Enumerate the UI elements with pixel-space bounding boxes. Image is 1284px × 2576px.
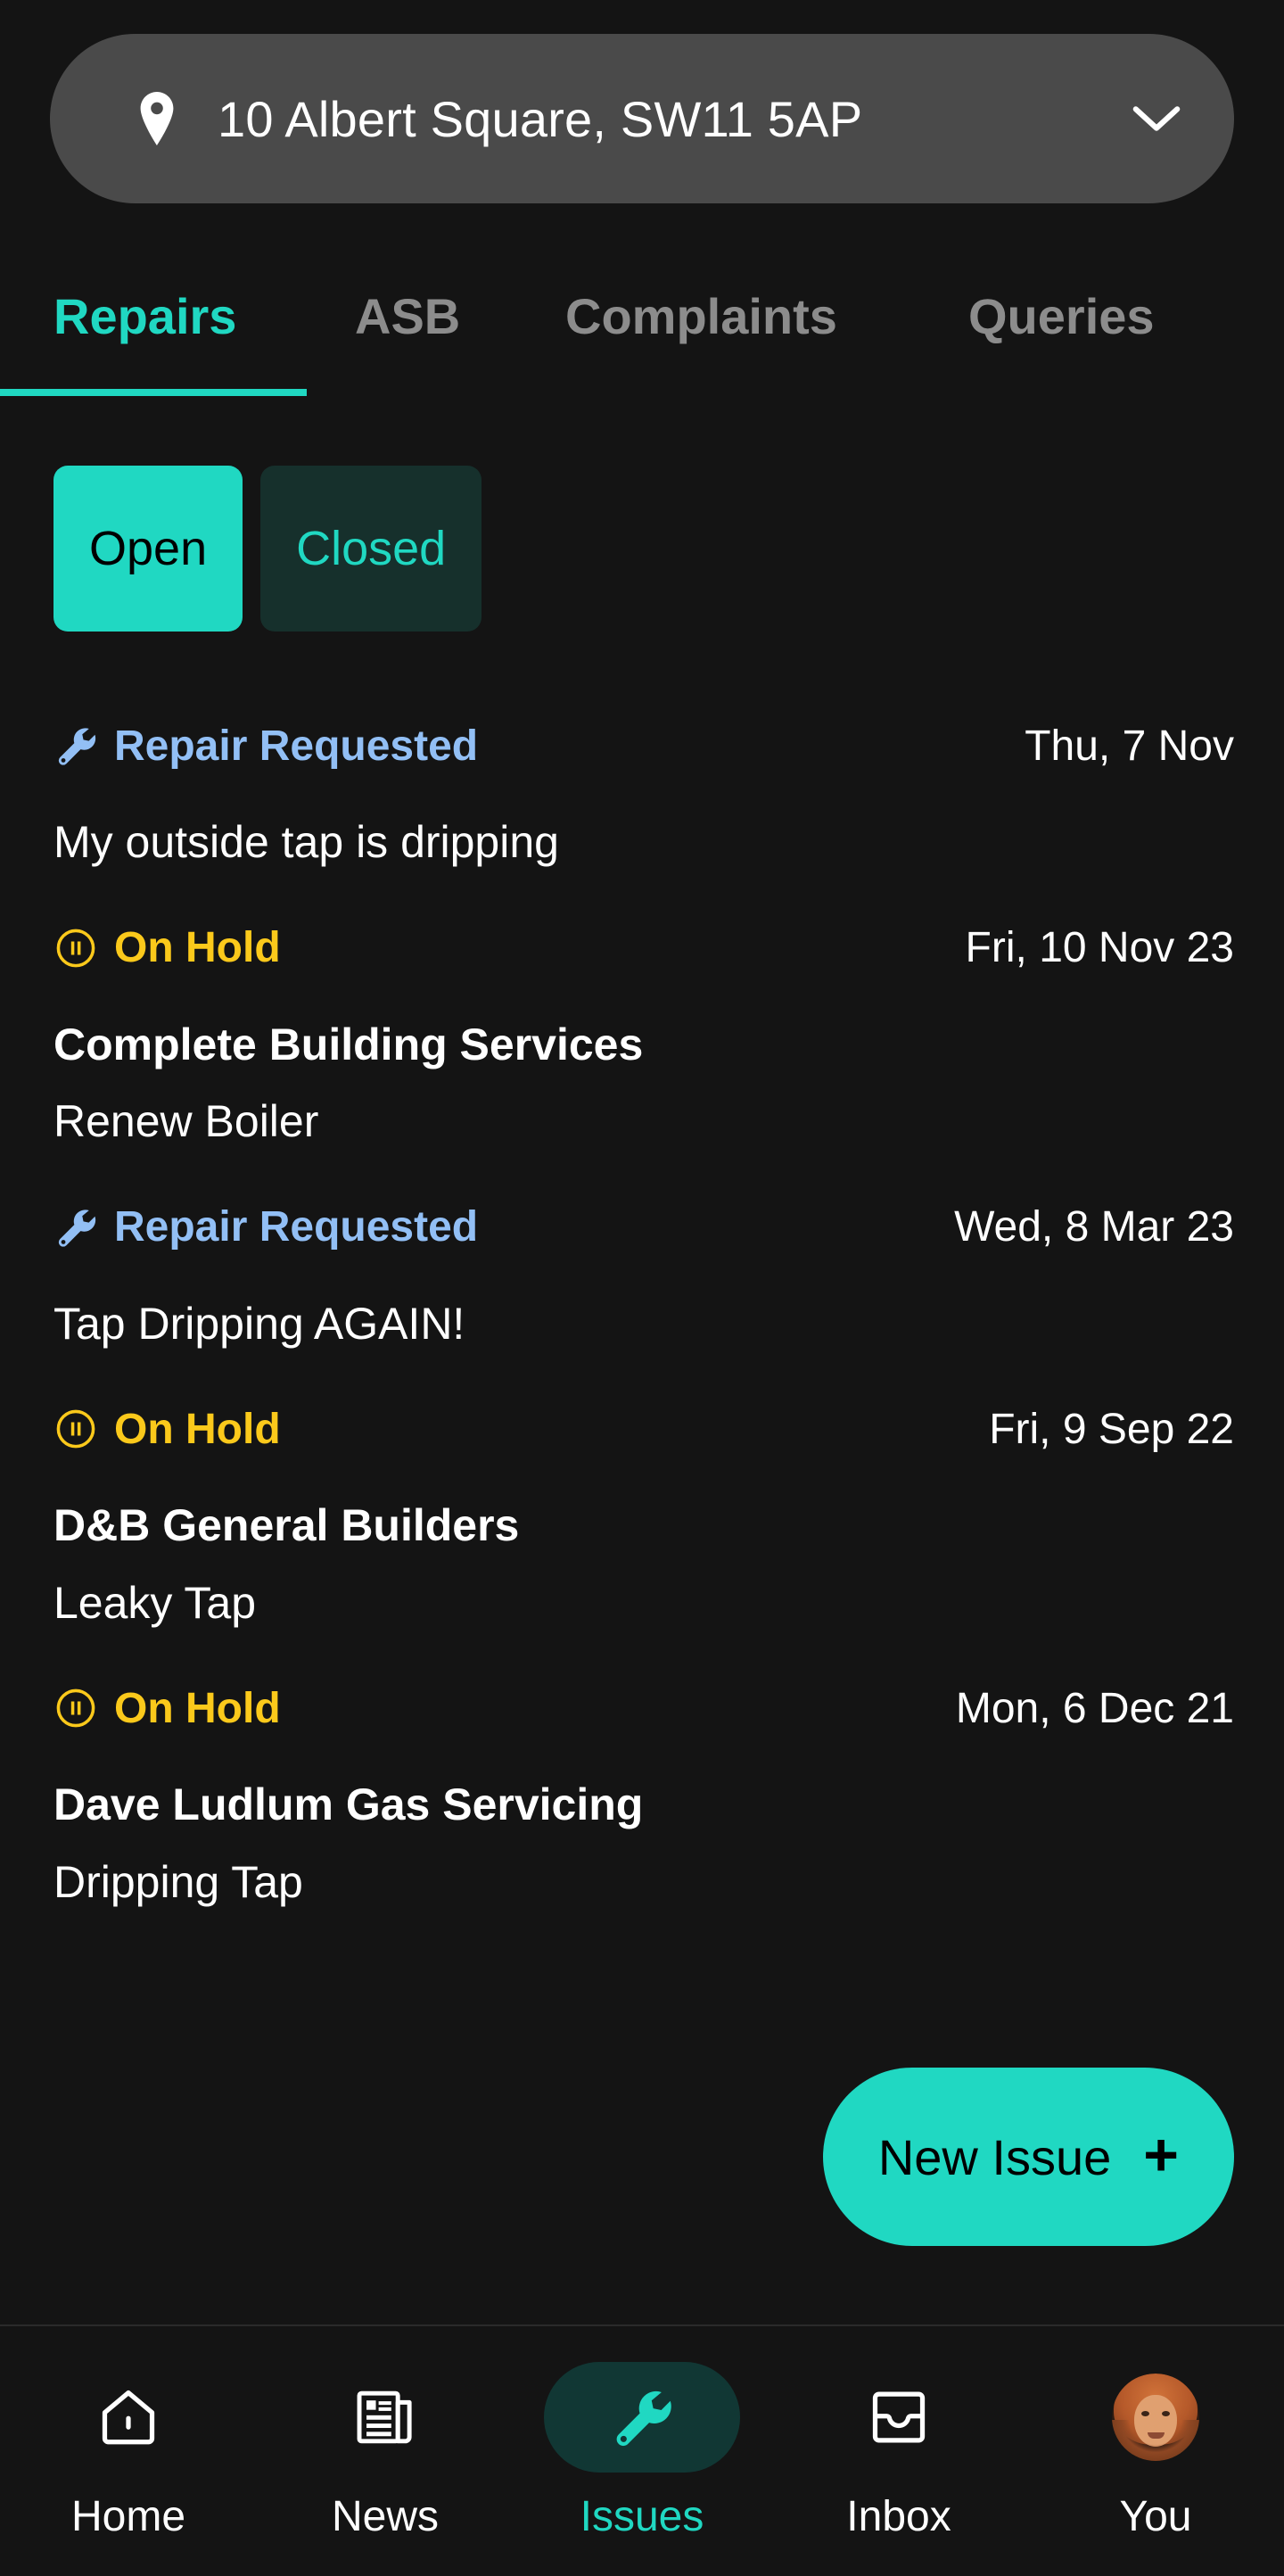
plus-icon: + xyxy=(1143,2125,1179,2185)
nav-item-issues[interactable]: Issues xyxy=(514,2362,770,2541)
issue-status-label: On Hold xyxy=(114,1684,281,1733)
issue-date: Thu, 7 Nov xyxy=(1025,722,1234,771)
bottom-navigation: Home News Issues xyxy=(0,2324,1284,2576)
nav-item-you[interactable]: You xyxy=(1027,2362,1284,2541)
issue-date: Mon, 6 Dec 21 xyxy=(956,1684,1234,1733)
category-tabs: Repairs ASB Complaints Queries xyxy=(0,268,1284,401)
newspaper-icon xyxy=(352,2384,418,2450)
issue-row[interactable]: On Hold Fri, 10 Nov 23 Complete Building S… xyxy=(0,916,1284,1145)
issue-row[interactable]: Repair Requested Wed, 8 Mar 23 Tap Drippin… xyxy=(0,1195,1284,1348)
nav-item-inbox[interactable]: Inbox xyxy=(770,2362,1027,2541)
issue-primary-text: Dave Ludlum Gas Servicing xyxy=(54,1781,1234,1829)
nav-label-news: News xyxy=(332,2492,439,2541)
nav-icon-wrap-home xyxy=(30,2362,226,2473)
issue-status: Repair Requested xyxy=(54,1202,936,1251)
issue-primary-text: Tap Dripping AGAIN! xyxy=(54,1300,1234,1348)
tab-repairs[interactable]: Repairs xyxy=(54,287,236,345)
filter-open[interactable]: Open xyxy=(54,466,243,632)
tab-complaints[interactable]: Complaints xyxy=(565,287,837,345)
wrench-icon xyxy=(609,2384,675,2450)
filter-closed[interactable]: Closed xyxy=(260,466,482,632)
issue-date: Wed, 8 Mar 23 xyxy=(954,1202,1234,1251)
nav-label-issues: Issues xyxy=(580,2492,704,2541)
issue-status-label: On Hold xyxy=(114,1405,281,1454)
issue-row[interactable]: Repair Requested Thu, 7 Nov My outside tap… xyxy=(0,714,1284,866)
nav-icon-wrap-news xyxy=(287,2362,483,2473)
tab-asb[interactable]: ASB xyxy=(355,287,460,345)
issue-primary-text: Complete Building Services xyxy=(54,1021,1234,1069)
tab-queries[interactable]: Queries xyxy=(968,287,1155,345)
new-issue-button[interactable]: New Issue + xyxy=(823,2068,1234,2246)
issue-header: On Hold Mon, 6 Dec 21 xyxy=(54,1676,1234,1740)
nav-icon-wrap-inbox xyxy=(801,2362,997,2473)
issue-header: Repair Requested Wed, 8 Mar 23 xyxy=(54,1195,1234,1259)
issue-row[interactable]: On Hold Mon, 6 Dec 21 Dave Ludlum Gas Serv… xyxy=(0,1676,1284,1905)
issue-primary-text: D&B General Builders xyxy=(54,1502,1234,1549)
issue-primary-text: My outside tap is dripping xyxy=(54,819,1234,866)
issue-status: Repair Requested xyxy=(54,722,1007,771)
issue-row[interactable]: On Hold Fri, 9 Sep 22 D&B General Builders… xyxy=(0,1397,1284,1626)
nav-item-news[interactable]: News xyxy=(257,2362,514,2541)
issue-status: On Hold xyxy=(54,923,948,972)
nav-item-home[interactable]: Home xyxy=(0,2362,257,2541)
pause-circle-icon xyxy=(54,926,98,970)
issue-status: On Hold xyxy=(54,1405,971,1454)
issue-secondary-text: Leaky Tap xyxy=(54,1580,1234,1627)
nav-label-inbox: Inbox xyxy=(846,2492,951,2541)
issue-secondary-text: Renew Boiler xyxy=(54,1098,1234,1145)
issue-secondary-text: Dripping Tap xyxy=(54,1859,1234,1906)
issue-date: Fri, 10 Nov 23 xyxy=(966,923,1234,972)
issue-header: Repair Requested Thu, 7 Nov xyxy=(54,714,1234,778)
issue-list: Repair Requested Thu, 7 Nov My outside tap… xyxy=(0,714,1284,1955)
issue-header: On Hold Fri, 10 Nov 23 xyxy=(54,916,1234,980)
location-pin-icon xyxy=(136,92,178,145)
status-filter-group: Open Closed xyxy=(54,466,482,632)
issue-date: Fri, 9 Sep 22 xyxy=(989,1405,1234,1454)
wrench-icon xyxy=(54,723,98,768)
avatar xyxy=(1112,2374,1199,2461)
chevron-down-icon[interactable] xyxy=(1131,103,1182,135)
home-icon xyxy=(95,2384,161,2450)
new-issue-label: New Issue xyxy=(878,2128,1111,2186)
pause-circle-icon xyxy=(54,1407,98,1451)
wrench-icon xyxy=(54,1205,98,1250)
pause-circle-icon xyxy=(54,1686,98,1730)
issue-header: On Hold Fri, 9 Sep 22 xyxy=(54,1397,1234,1461)
inbox-icon xyxy=(866,2384,932,2450)
nav-label-you: You xyxy=(1120,2492,1192,2541)
address-selector[interactable]: 10 Albert Square, SW11 5AP xyxy=(50,34,1234,203)
issue-status-label: Repair Requested xyxy=(114,722,478,771)
address-value: 10 Albert Square, SW11 5AP xyxy=(218,90,1131,148)
nav-icon-wrap-issues xyxy=(544,2362,740,2473)
issue-status: On Hold xyxy=(54,1684,938,1733)
nav-label-home: Home xyxy=(71,2492,185,2541)
issue-status-label: Repair Requested xyxy=(114,1202,478,1251)
issue-status-label: On Hold xyxy=(114,923,281,972)
nav-icon-wrap-you xyxy=(1058,2362,1254,2473)
active-tab-indicator xyxy=(0,389,307,396)
